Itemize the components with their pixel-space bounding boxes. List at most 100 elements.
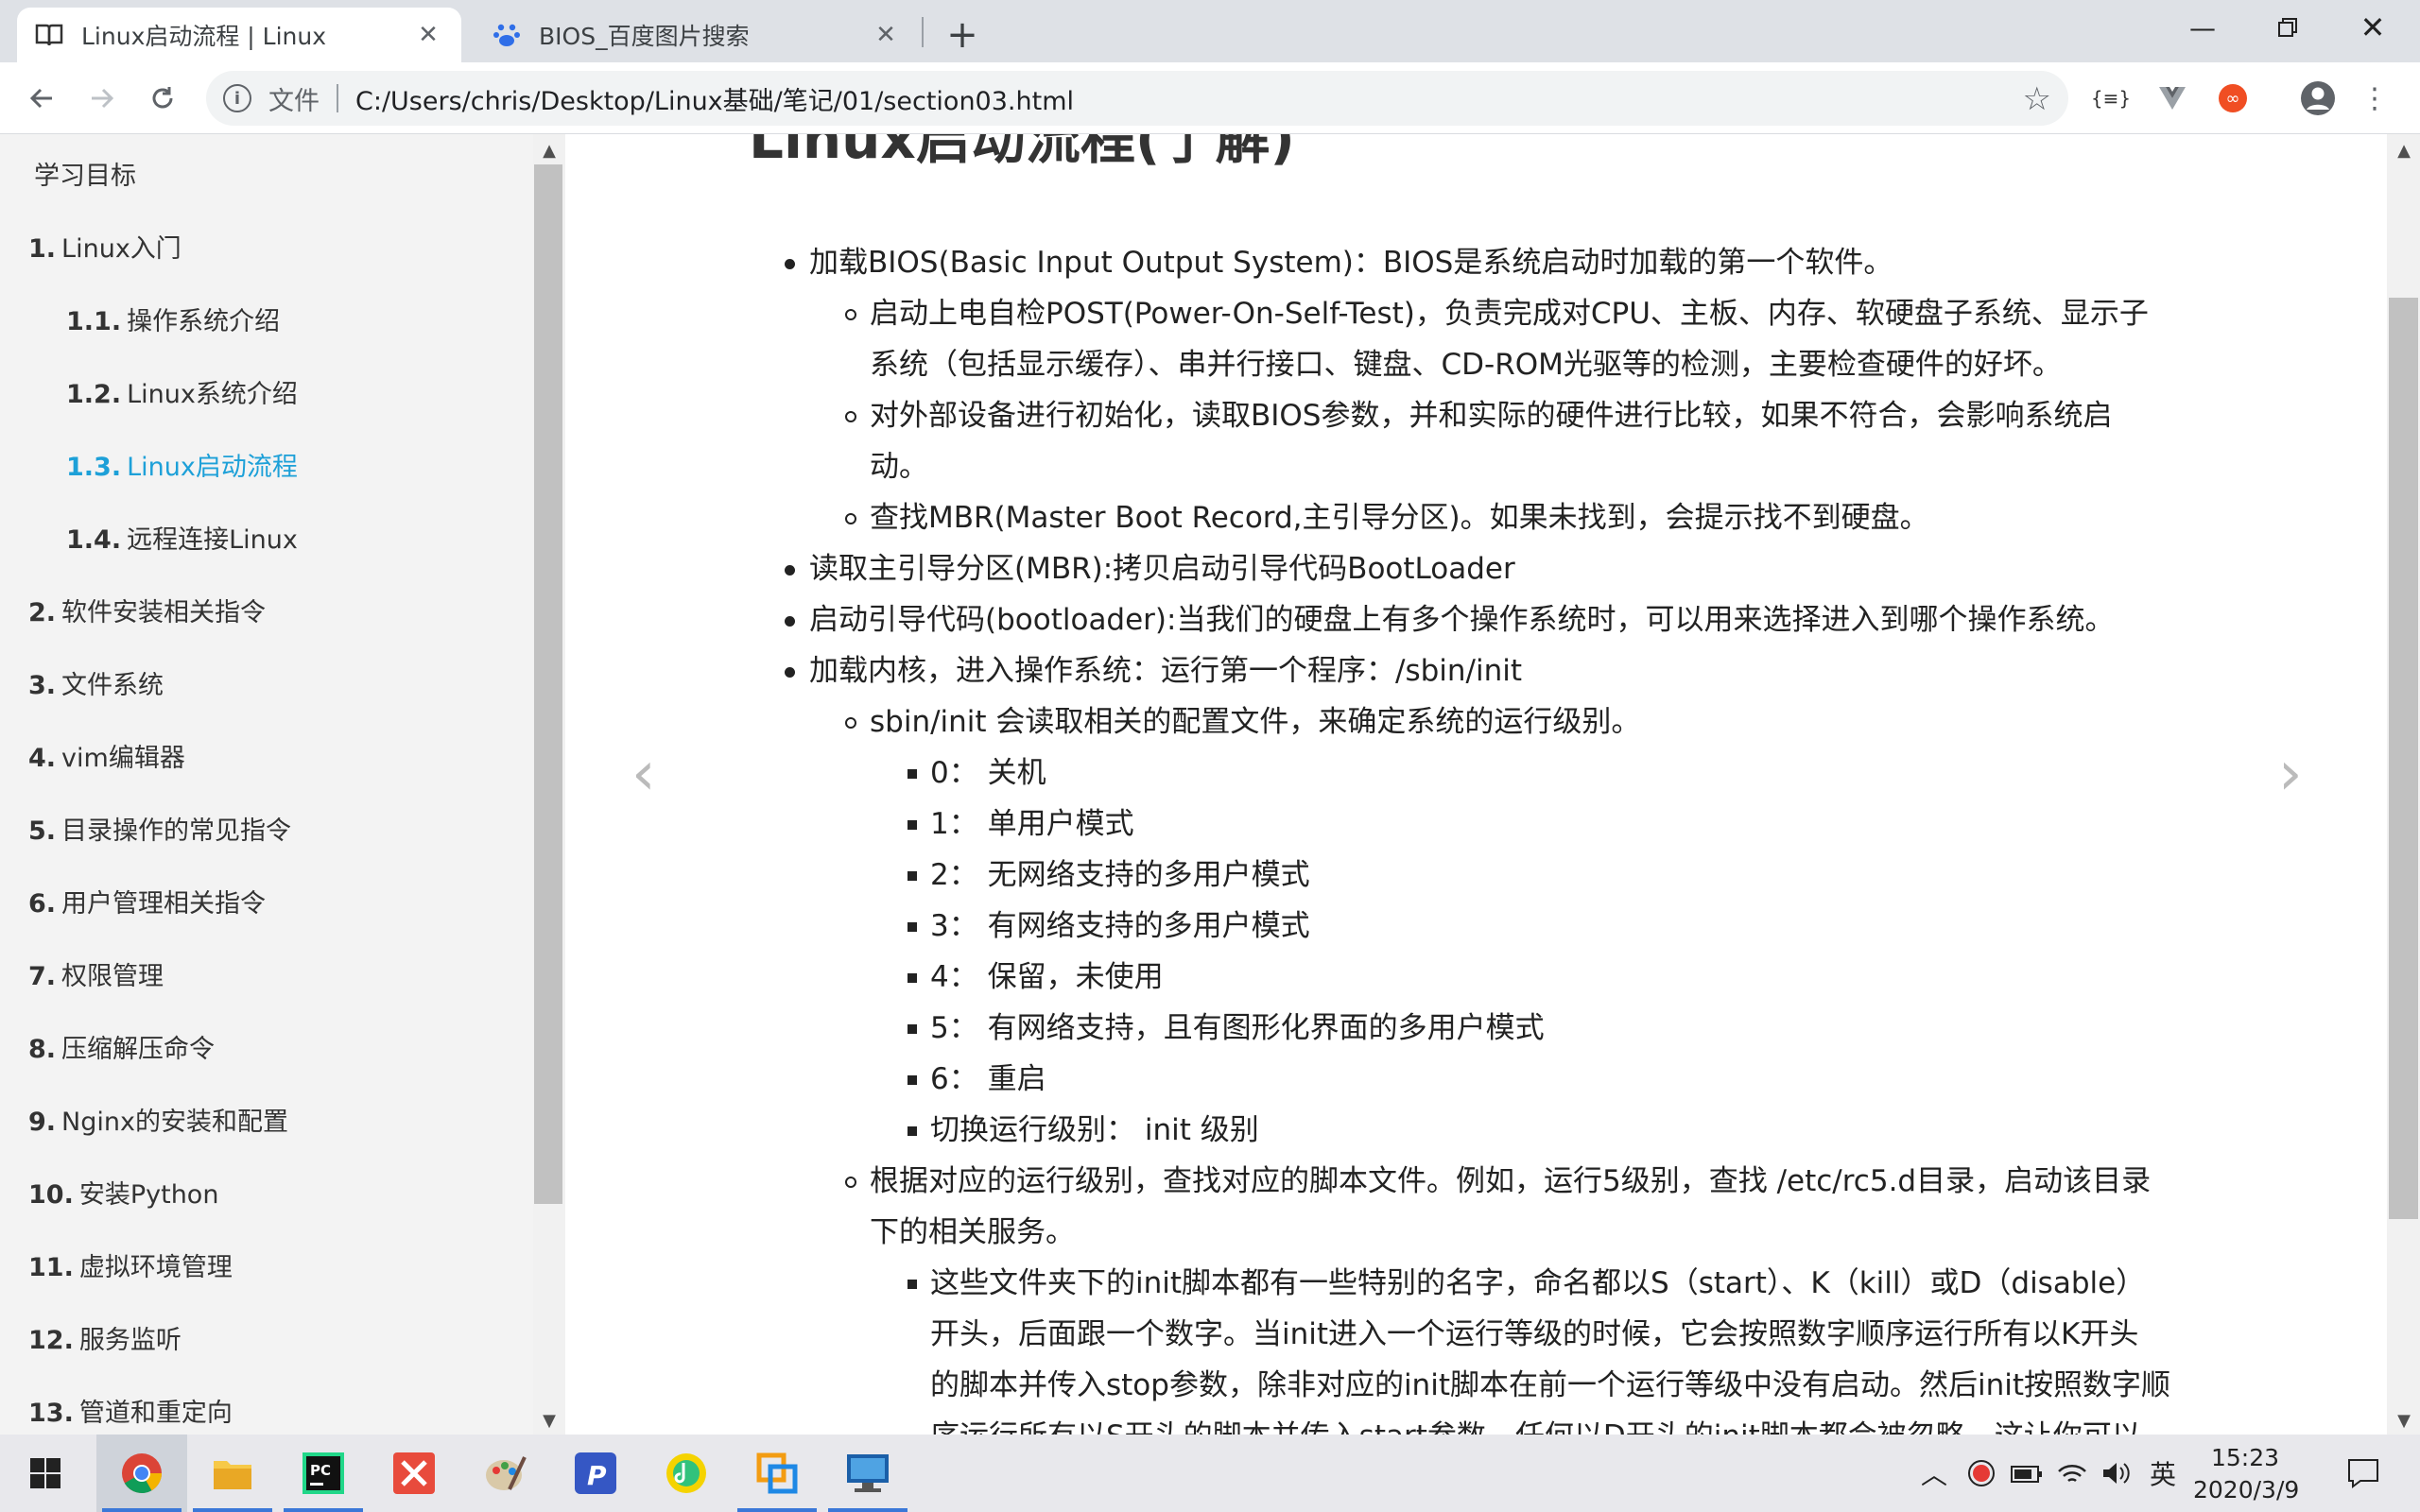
tab-title: BIOS_百度图片搜索	[539, 23, 750, 50]
tab-linux-boot[interactable]: Linux启动流程 | Linux ✕	[17, 8, 461, 62]
close-window-button[interactable]: ✕	[2330, 0, 2415, 55]
svg-text:PC: PC	[310, 1462, 331, 1479]
toc-item-service-monitor[interactable]: 12. 服务监听	[28, 1319, 182, 1356]
bullet-disc	[785, 565, 795, 576]
close-tab-icon[interactable]: ✕	[870, 19, 902, 51]
page-scrollbar-thumb[interactable]	[2389, 298, 2418, 1219]
content-line: 5： 有网络支持，且有图形化界面的多用户模式	[930, 1011, 1545, 1045]
sidebar-scroll-up-icon[interactable]: ▲	[537, 138, 562, 163]
new-tab-button[interactable]: +	[941, 13, 984, 57]
next-page-icon[interactable]: ›	[2278, 739, 2303, 809]
toc-item-nginx[interactable]: 9. Nginx的安装和配置	[28, 1101, 288, 1138]
content-line: 这些文件夹下的init脚本都有一些特别的名字，命名都以S（start）、K（ki…	[930, 1266, 2146, 1300]
toc-item-linux-boot[interactable]: 1.3. Linux启动流程	[66, 446, 298, 483]
toc-sidebar: 学习目标 1. Linux入门 1.1. 操作系统介绍 1.2. Linux系统介绍 …	[0, 134, 565, 1435]
bullet-circle	[845, 1177, 856, 1188]
windows-start-icon[interactable]	[0, 1435, 91, 1512]
content-line: sbin/init 会读取相关的配置文件，来确定系统的运行级别。	[870, 705, 1641, 739]
address-url[interactable]: C:/Users/chris/Desktop/Linux基础/笔记/01/sec…	[355, 80, 1074, 117]
infinity-extension-icon[interactable]: ∞	[2214, 79, 2252, 117]
profile-avatar-icon[interactable]	[2299, 79, 2337, 117]
bullet-disc	[785, 259, 795, 269]
toc-item-user-management[interactable]: 6. 用户管理相关指令	[28, 883, 266, 919]
toc-item-filesystem[interactable]: 3. 文件系统	[28, 664, 164, 701]
page-scroll-down-icon[interactable]: ▼	[2392, 1408, 2416, 1433]
bullet-square	[908, 820, 917, 830]
bullet-square	[908, 871, 917, 881]
active-indicator	[284, 1508, 363, 1512]
content-line: 4： 保留，未使用	[930, 960, 1164, 994]
volume-icon[interactable]	[2093, 1435, 2138, 1512]
toc-item-software-install[interactable]: 2. 软件安装相关指令	[28, 592, 266, 628]
browser-menu-icon[interactable]: ⋮	[2356, 79, 2394, 117]
content-line: 加载BIOS(Basic Input Output System)：BIOS是系…	[809, 246, 1893, 280]
notification-center-icon[interactable]	[2335, 1435, 2392, 1512]
bullet-square	[908, 1126, 917, 1136]
content-line: 0： 关机	[930, 756, 1046, 790]
toc-item-virtualenv[interactable]: 11. 虚拟环境管理	[28, 1246, 233, 1283]
content-line: 序运行所有以S开头的脚本并传入start参数。任何以D开头的init脚本都会被忽…	[930, 1418, 2141, 1435]
active-indicator	[193, 1508, 272, 1512]
bullet-square	[908, 973, 917, 983]
toc-item-pipes-redirect[interactable]: 13. 管道和重定向	[28, 1392, 233, 1429]
bookmark-star-icon[interactable]: ☆	[2023, 80, 2051, 118]
file-explorer-icon[interactable]	[187, 1435, 278, 1512]
reload-button[interactable]	[140, 76, 185, 121]
pycharm-icon[interactable]: PC	[278, 1435, 369, 1512]
clock-time: 15:23	[2210, 1444, 2280, 1471]
remote-desktop-icon[interactable]	[822, 1435, 913, 1512]
bullet-disc	[785, 616, 795, 627]
content-line: 查找MBR(Master Boot Record,主引导分区)。如果未找到，会提…	[870, 501, 1929, 535]
toc-item-os-intro[interactable]: 1.1. 操作系统介绍	[66, 301, 280, 337]
tab-strip: Linux启动流程 | Linux ✕ BIOS_百度图片搜索 ✕ + — ✕	[0, 0, 2420, 62]
bullet-square	[908, 769, 917, 779]
tray-overflow-icon[interactable]: ︿	[1911, 1435, 1957, 1512]
restore-button[interactable]	[2245, 0, 2330, 55]
toc-item-vim[interactable]: 4. vim编辑器	[28, 737, 185, 774]
back-button[interactable]	[19, 76, 64, 121]
toc-item-linux-system[interactable]: 1.2. Linux系统介绍	[66, 373, 298, 410]
wifi-icon[interactable]	[2049, 1435, 2095, 1512]
active-indicator	[737, 1508, 817, 1512]
content-line: 的脚本并传入stop参数，除非对应的init脚本在前一个运行等级中没有启动。然后…	[930, 1368, 2171, 1402]
toc-item-compression[interactable]: 8. 压缩解压命令	[28, 1028, 215, 1065]
toc-item-learning-goals[interactable]: 学习目标	[28, 155, 136, 192]
page-title: Linux启动流程(了解)	[749, 134, 1295, 171]
previous-page-icon[interactable]: ‹	[631, 739, 656, 809]
content-line: 根据对应的运行级别，查找对应的脚本文件。例如，运行5级别，查找 /etc/rc5…	[870, 1164, 2152, 1198]
bullet-circle	[845, 309, 856, 320]
forward-button[interactable]	[79, 76, 125, 121]
page-scroll-up-icon[interactable]: ▲	[2392, 138, 2416, 163]
tab-divider	[922, 17, 924, 47]
record-indicator-icon[interactable]	[1959, 1435, 2004, 1512]
chrome-icon[interactable]	[96, 1435, 187, 1512]
toc-item-permissions[interactable]: 7. 权限管理	[28, 955, 164, 992]
battery-icon[interactable]	[2004, 1435, 2049, 1512]
system-clock[interactable]: 15:23 2020/3/9	[2193, 1442, 2299, 1506]
toc-item-linux-intro[interactable]: 1. Linux入门	[28, 228, 182, 265]
minimize-button[interactable]: —	[2160, 0, 2245, 55]
virtualbox-icon[interactable]	[732, 1435, 822, 1512]
sidebar-scrollbar-thumb[interactable]	[534, 164, 562, 1204]
music-icon[interactable]	[641, 1435, 732, 1512]
content-line: 启动上电自检POST(Power-On-Self-Test)，负责完成对CPU、…	[870, 297, 2149, 331]
close-tab-icon[interactable]: ✕	[412, 19, 444, 51]
xmind-icon[interactable]	[369, 1435, 459, 1512]
vue-devtools-icon[interactable]	[2153, 79, 2191, 117]
json-extension-icon[interactable]: {≡}	[2091, 79, 2131, 117]
content-line: 对外部设备进行初始化，读取BIOS参数，并和实际的硬件进行比较，如果不符合，会影…	[870, 399, 2113, 433]
content-line: 系统（包括显示缓存）、串并行接口、键盘、CD-ROM光驱等的检测，主要检查硬件的…	[870, 348, 2062, 382]
paint-icon[interactable]	[459, 1435, 550, 1512]
toc-item-remote-linux[interactable]: 1.4. 远程连接Linux	[66, 519, 298, 556]
address-bar[interactable]: i 文件 C:/Users/chris/Desktop/Linux基础/笔记/0…	[206, 71, 2068, 126]
sidebar-scroll-down-icon[interactable]: ▼	[537, 1408, 562, 1433]
pdf-reader-icon[interactable]: P	[550, 1435, 641, 1512]
ime-indicator[interactable]: 英	[2140, 1435, 2186, 1512]
toc-item-python[interactable]: 10. 安装Python	[28, 1174, 218, 1211]
info-icon[interactable]: i	[223, 84, 251, 112]
tab-title: Linux启动流程 | Linux	[81, 23, 327, 50]
bullet-square	[908, 922, 917, 932]
content-line: 读取主引导分区(MBR):拷贝启动引导代码BootLoader	[809, 552, 1515, 586]
tab-bios-search[interactable]: BIOS_百度图片搜索 ✕	[475, 8, 919, 62]
toc-item-directory-commands[interactable]: 5. 目录操作的常见指令	[28, 810, 291, 847]
